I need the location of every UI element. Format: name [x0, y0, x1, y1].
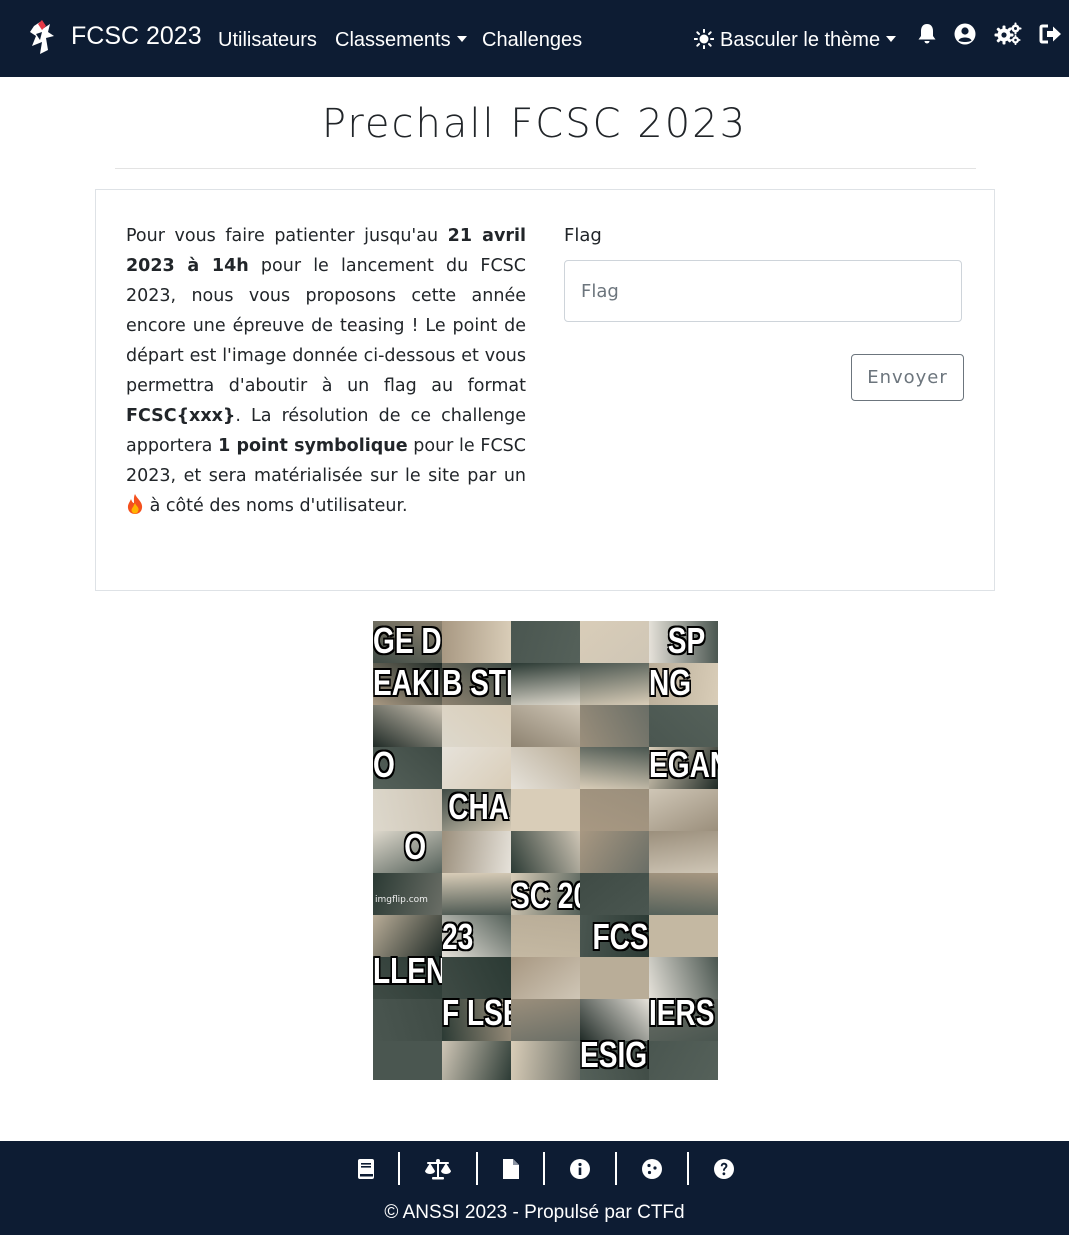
footer-separator: [398, 1152, 400, 1185]
mosaic-tile: [442, 873, 511, 915]
mosaic-tile: [511, 747, 580, 789]
book-icon[interactable]: [355, 1158, 377, 1180]
title-divider: [115, 168, 976, 169]
mosaic-tile-text: IERS: [649, 993, 715, 1033]
desc-text-5: à côté des noms d'utilisateur.: [144, 496, 408, 516]
mosaic-tile-text: EAKI: [373, 663, 441, 703]
mosaic-tile: [373, 999, 442, 1041]
mosaic-tile: [373, 705, 442, 747]
mosaic-tile: [373, 789, 442, 831]
file-icon[interactable]: [500, 1158, 522, 1180]
mosaic-tile: [649, 705, 718, 747]
mosaic-tile: [442, 705, 511, 747]
flag-input[interactable]: [564, 260, 962, 322]
mosaic-tile-text: SP: [667, 621, 706, 661]
mosaic-tile: [649, 831, 718, 873]
mosaic-tile-text: O: [373, 745, 395, 785]
mosaic-tile: [580, 747, 649, 789]
mosaic-tile-text: SC 20: [511, 876, 580, 916]
mosaic-tile: [511, 663, 580, 705]
mosaic-tile: [442, 747, 511, 789]
cookie-icon[interactable]: [641, 1158, 663, 1180]
mosaic-tile: [580, 873, 649, 915]
info-circle-icon[interactable]: [569, 1158, 591, 1180]
mosaic-tile-text: FCS: [592, 917, 649, 957]
mosaic-tile-text: O: [404, 827, 427, 867]
mosaic-tile: [649, 789, 718, 831]
chevron-down-icon: [456, 36, 467, 43]
mosaic-tile-text: 23: [442, 917, 474, 957]
sun-icon: [693, 28, 715, 50]
mosaic-tile-text: F LSE: [442, 993, 511, 1033]
challenge-image: GE DE SP EAKI B STI NG O EGAN CHA O imgf…: [373, 621, 718, 1080]
mosaic-tile: [442, 831, 511, 873]
mosaic-tile: [511, 1041, 580, 1080]
theme-toggle-dropdown[interactable]: Basculer le thème: [693, 26, 897, 54]
sign-out-icon[interactable]: [1039, 22, 1063, 46]
footer-separator: [615, 1152, 617, 1185]
navbar: FCSC 2023 Utilisateurs Classements Chall…: [0, 0, 1069, 77]
nav-users[interactable]: Utilisateurs: [218, 26, 317, 54]
balance-scale-icon[interactable]: [425, 1158, 451, 1180]
desc-points: 1 point symbolique: [218, 436, 408, 456]
mosaic-tile: [511, 789, 580, 831]
mosaic-tile: [511, 621, 580, 663]
mosaic-tile: [649, 1041, 718, 1080]
mosaic-tile-text: NG: [649, 663, 692, 703]
mosaic-tile: [649, 915, 718, 957]
desc-text-2: pour le lancement du FCSC 2023, nous vou…: [126, 256, 526, 396]
desc-text-1: Pour vous faire patienter jusqu'au: [126, 226, 448, 246]
fcsc-logo-icon[interactable]: [28, 20, 56, 56]
mosaic-tile: [580, 831, 649, 873]
cogs-icon[interactable]: [994, 22, 1022, 46]
fire-icon: [127, 494, 143, 514]
bell-icon[interactable]: [915, 22, 939, 46]
mosaic-tile-text: GE DE: [373, 621, 442, 661]
mosaic-tile-text: EGAN: [649, 745, 718, 785]
mosaic-tile: [580, 957, 649, 999]
mosaic-tile: [580, 663, 649, 705]
mosaic-tile-text: B STI: [442, 663, 511, 703]
brand-title[interactable]: FCSC 2023: [71, 20, 202, 52]
submit-button[interactable]: Envoyer: [851, 354, 964, 401]
mosaic-tile: [511, 957, 580, 999]
page-title: Prechall FCSC 2023: [321, 101, 748, 147]
mosaic-tile-text: LLENG: [373, 951, 442, 991]
chevron-down-icon: [886, 36, 897, 43]
mosaic-tile-text: ESIGN: [580, 1035, 649, 1075]
mosaic-tile: [373, 1041, 442, 1080]
mosaic-tile-text: CHA: [448, 787, 510, 827]
challenge-description: Pour vous faire patienter jusqu'au 21 av…: [126, 221, 526, 521]
nav-scoreboard-dropdown[interactable]: Classements: [335, 26, 467, 54]
nav-scoreboard-label: Classements: [335, 29, 451, 51]
mosaic-tile: [580, 621, 649, 663]
user-circle-icon[interactable]: [953, 22, 977, 46]
footer-separator: [476, 1152, 478, 1185]
mosaic-tile: [580, 789, 649, 831]
mosaic-tile: [649, 873, 718, 915]
mosaic-watermark: imgflip.com: [375, 895, 428, 905]
theme-toggle-label: Basculer le thème: [720, 29, 881, 51]
nav-challenges[interactable]: Challenges: [482, 26, 582, 54]
mosaic-tile: [442, 621, 511, 663]
mosaic-tile: [511, 705, 580, 747]
footer-separator: [687, 1152, 689, 1185]
footer-separator: [543, 1152, 545, 1185]
mosaic-tile: [580, 705, 649, 747]
desc-flag-format: FCSC{xxx}: [126, 406, 236, 426]
mosaic-tile: [511, 915, 580, 957]
footer: © ANSSI 2023 - Propulsé par CTFd: [0, 1141, 1069, 1235]
mosaic-tile: [511, 999, 580, 1041]
mosaic-tile: [442, 1041, 511, 1080]
footer-copyright: © ANSSI 2023 - Propulsé par CTFd: [384, 1202, 685, 1223]
mosaic-tile: [511, 831, 580, 873]
question-circle-icon[interactable]: [713, 1158, 735, 1180]
flag-label: Flag: [564, 225, 602, 246]
